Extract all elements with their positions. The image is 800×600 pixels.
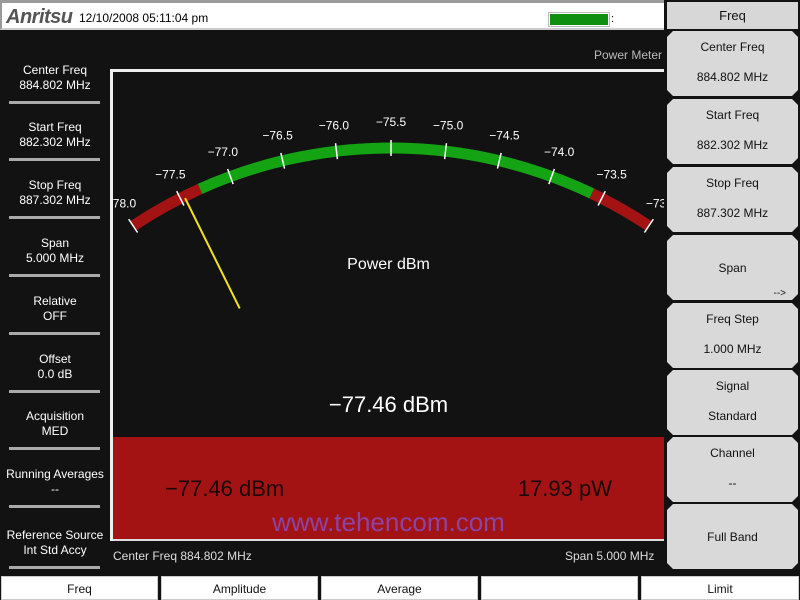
menu-average[interactable]: Average bbox=[321, 576, 478, 600]
softkey-label: Span bbox=[718, 260, 747, 275]
softkey-center-freq[interactable]: Center Freq 884.802 MHz bbox=[667, 31, 798, 96]
gauge-tick-label: −74.0 bbox=[544, 145, 575, 159]
summary-value: 882.302 MHz bbox=[19, 135, 91, 149]
softkey-label: Stop Freq bbox=[706, 176, 759, 190]
gauge-tick-label: −74.5 bbox=[489, 128, 520, 142]
gauge-band-in-range bbox=[197, 142, 595, 199]
power-reading: −77.46 dBm bbox=[328, 392, 449, 417]
summary-label: Offset bbox=[39, 352, 71, 366]
datetime: 12/10/2008 05:11:04 pm bbox=[79, 11, 209, 25]
brand-logo: Anritsu bbox=[6, 6, 73, 28]
power-meter-display: −78.0 −77.5 −77.0 −76.5 −76.0 −75.5 −75.0 −74.5… bbox=[110, 69, 664, 541]
battery-icon bbox=[548, 12, 610, 27]
gauge-tick-label: −76.0 bbox=[319, 118, 350, 132]
softkey-value: 884.802 MHz bbox=[696, 70, 769, 84]
summary-value: 887.302 MHz bbox=[19, 193, 91, 207]
main-menu-bar: Freq Amplitude Average Limit bbox=[0, 574, 800, 600]
softkey-value: -- bbox=[728, 476, 737, 490]
divider bbox=[9, 566, 100, 569]
result-dbm: −77.46 dBm bbox=[165, 476, 285, 501]
status-center-freq: Center Freq 884.802 MHz bbox=[113, 549, 252, 563]
summary-label: Span bbox=[40, 236, 70, 250]
gauge-tick-label: −78.0 bbox=[113, 197, 136, 211]
divider bbox=[9, 274, 100, 277]
summary-value: MED bbox=[41, 424, 69, 438]
analog-gauge: −78.0 −77.5 −77.0 −76.5 −76.0 −75.5 −75.0 −74.5… bbox=[113, 115, 664, 309]
summary-label: Stop Freq bbox=[28, 178, 82, 192]
gauge-title: Power dBm bbox=[347, 256, 430, 273]
softkey-freq-step[interactable]: Freq Step 1.000 MHz bbox=[667, 303, 798, 368]
gauge-tick-label: −76.5 bbox=[262, 128, 293, 142]
gauge-needle bbox=[184, 197, 241, 309]
softkey-label: Signal bbox=[715, 379, 750, 393]
summary-label: Running Averages bbox=[6, 467, 104, 481]
summary-center-freq: Center Freq 884.802 MHz bbox=[0, 63, 110, 93]
softkey-label: Center Freq bbox=[700, 40, 765, 54]
gauge-tick-label: −73.5 bbox=[596, 168, 627, 182]
summary-relative: Relative OFF bbox=[0, 294, 110, 324]
menu-limit[interactable]: Limit bbox=[641, 576, 799, 600]
gauge-tick-label: −75.5 bbox=[376, 115, 407, 129]
softkey-label: Freq Step bbox=[706, 312, 759, 326]
menu-blank[interactable] bbox=[481, 576, 638, 600]
softkey-label: Start Freq bbox=[705, 108, 760, 122]
menu-amplitude[interactable]: Amplitude bbox=[161, 576, 318, 600]
divider bbox=[9, 158, 100, 161]
summary-value: 0.0 dB bbox=[37, 367, 73, 381]
softkey-span[interactable]: Span --> bbox=[667, 235, 798, 300]
title-bar: Anritsu 12/10/2008 05:11:04 pm : bbox=[0, 0, 664, 30]
gauge-tick-label: −77.5 bbox=[155, 168, 186, 182]
summary-value: 5.000 MHz bbox=[25, 251, 85, 265]
menu-freq[interactable]: Freq bbox=[1, 576, 158, 600]
softkey-value: 882.302 MHz bbox=[696, 138, 769, 152]
summary-offset: Offset 0.0 dB bbox=[0, 352, 110, 382]
summary-label: Start Freq bbox=[28, 120, 82, 134]
softkey-start-freq[interactable]: Start Freq 882.302 MHz bbox=[667, 99, 798, 164]
softkey-stop-freq[interactable]: Stop Freq 887.302 MHz bbox=[667, 167, 798, 232]
divider bbox=[9, 390, 100, 393]
gauge-tick-label: −73.0 bbox=[646, 197, 664, 211]
watermark: www.tehencom.com bbox=[272, 507, 505, 537]
mode-label: Power Meter bbox=[593, 48, 662, 62]
softkey-value: 1.000 MHz bbox=[703, 342, 762, 356]
softkey-value: 887.302 MHz bbox=[696, 206, 769, 220]
softkey-signal-standard[interactable]: Signal Standard bbox=[667, 370, 798, 435]
softkey-value: Standard bbox=[708, 409, 757, 423]
status-span: Span 5.000 MHz bbox=[565, 549, 655, 563]
result-watts: 17.93 pW bbox=[517, 476, 612, 501]
summary-acquisition: Acquisition MED bbox=[0, 409, 110, 439]
divider bbox=[9, 101, 100, 104]
summary-reference-source: Reference Source Int Std Accy bbox=[0, 528, 110, 558]
divider bbox=[9, 505, 100, 508]
summary-label: Acquisition bbox=[25, 409, 85, 423]
softkey-label: Channel bbox=[710, 446, 755, 460]
summary-value: Int Std Accy bbox=[23, 543, 87, 557]
summary-value: OFF bbox=[43, 309, 67, 323]
summary-value: 884.802 MHz bbox=[19, 78, 91, 92]
gauge-tick-label: −77.0 bbox=[208, 145, 239, 159]
summary-label: Relative bbox=[33, 294, 77, 308]
summary-running-averages: Running Averages -- bbox=[0, 467, 110, 497]
softkey-menu: Freq Center Freq 884.802 MHz Start Freq 88… bbox=[665, 0, 800, 575]
summary-span: Span 5.000 MHz bbox=[0, 236, 110, 266]
submenu-arrow-icon: --> bbox=[773, 288, 786, 299]
summary-label: Reference Source bbox=[6, 528, 104, 542]
gauge-tick-label: −75.0 bbox=[433, 118, 464, 132]
softkey-channel[interactable]: Channel -- bbox=[667, 437, 798, 502]
summary-value: -- bbox=[51, 482, 59, 496]
divider bbox=[9, 447, 100, 450]
softkey-label: Full Band bbox=[707, 529, 758, 544]
summary-stop-freq: Stop Freq 887.302 MHz bbox=[0, 178, 110, 208]
summary-label: Center Freq bbox=[22, 63, 88, 77]
menu-title: Freq bbox=[667, 2, 798, 29]
divider bbox=[9, 332, 100, 335]
gauge-band-high bbox=[589, 188, 652, 231]
summary-start-freq: Start Freq 882.302 MHz bbox=[0, 120, 110, 150]
softkey-full-band[interactable]: Full Band bbox=[667, 504, 798, 569]
result-panel: −77.46 dBm 17.93 pW www.tehencom.com bbox=[113, 437, 664, 541]
battery-tip: : bbox=[611, 13, 615, 25]
divider bbox=[9, 216, 100, 219]
